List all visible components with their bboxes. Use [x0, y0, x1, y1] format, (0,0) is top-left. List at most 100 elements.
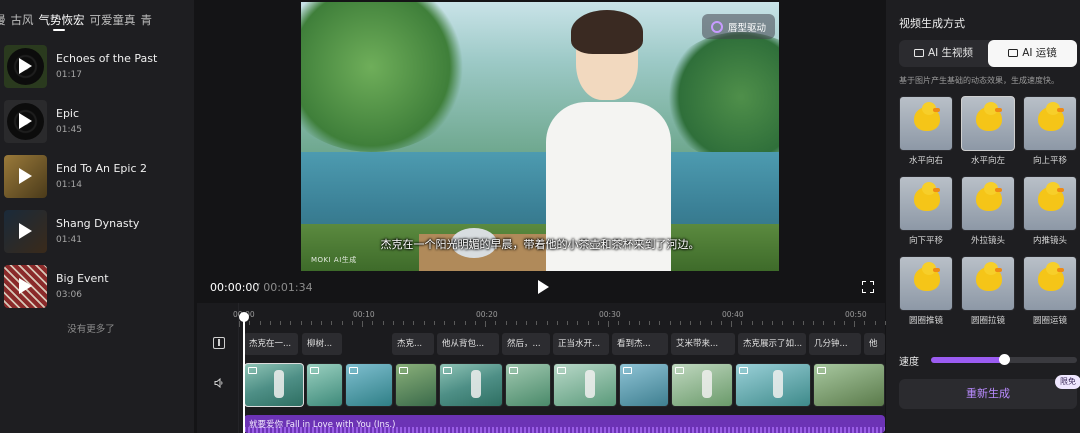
- video-clip[interactable]: [553, 363, 617, 407]
- track-item[interactable]: Shang Dynasty 01:41: [0, 208, 194, 258]
- effect-option[interactable]: 外拉镜头: [961, 176, 1015, 246]
- camera-icon: [817, 367, 826, 374]
- ruler-tick: [495, 321, 497, 325]
- lip-sync-button[interactable]: 唇型驱动: [702, 14, 776, 39]
- audio-track-clip[interactable]: 就要爱你 Fall in Love with You (Ins.): [244, 415, 885, 433]
- effect-option[interactable]: 圆圈拉镜: [961, 256, 1015, 326]
- track-controls: [197, 303, 239, 433]
- ruler-tick: [761, 321, 763, 325]
- video-clip[interactable]: [439, 363, 503, 407]
- effect-option[interactable]: 圆圈运镜: [1023, 256, 1077, 326]
- camera-icon: [443, 367, 452, 374]
- ruler-tick: [382, 321, 384, 325]
- fullscreen-icon[interactable]: [862, 281, 874, 293]
- effect-option[interactable]: 水平向左: [961, 96, 1015, 166]
- speed-slider-handle[interactable]: [999, 354, 1010, 365]
- caption-segment[interactable]: 柳树...: [302, 333, 342, 355]
- track-cover[interactable]: [4, 210, 47, 253]
- video-clip[interactable]: [735, 363, 811, 407]
- music-tab-2[interactable]: 气势恢宏: [39, 0, 94, 40]
- effect-label: 内推镜头: [1032, 236, 1067, 246]
- camera-icon: [623, 367, 632, 374]
- caption-segment[interactable]: 杰克展示了如...: [738, 333, 806, 355]
- caption-segment[interactable]: 正当水开...: [553, 333, 609, 355]
- video-clip[interactable]: [505, 363, 551, 407]
- caption-segment[interactable]: 杰克在一...: [244, 333, 298, 355]
- text-track-icon[interactable]: [213, 337, 225, 349]
- track-item[interactable]: Echoes of the Past 01:17: [0, 43, 194, 93]
- track-item[interactable]: End To An Epic 2 01:14: [0, 153, 194, 203]
- effect-option[interactable]: 圆圈推镜: [899, 256, 953, 326]
- caption-segment[interactable]: 几分钟...: [809, 333, 861, 355]
- video-clip[interactable]: [671, 363, 733, 407]
- video-clip[interactable]: [306, 363, 343, 407]
- camera-icon: [349, 367, 358, 374]
- caption-segment[interactable]: 他从背包...: [437, 333, 499, 355]
- ruler-tick: [864, 321, 866, 325]
- effect-option[interactable]: 向上平移: [1023, 96, 1077, 166]
- mode-switch: AI 生视频 AI 运镜: [899, 40, 1077, 67]
- play-icon[interactable]: [19, 223, 32, 239]
- video-clip[interactable]: [813, 363, 885, 407]
- video-clip[interactable]: [244, 363, 304, 407]
- ruler-tick: [628, 321, 630, 325]
- ruler-tick: [239, 321, 240, 327]
- total-time: / 00:01:34: [256, 281, 313, 294]
- ruler-tick: [536, 321, 538, 325]
- play-button[interactable]: [538, 280, 549, 294]
- ruler-tick: [587, 321, 589, 325]
- ruler-tick: [649, 321, 650, 325]
- mode-label: AI 生视频: [927, 47, 974, 59]
- video-clip[interactable]: [345, 363, 393, 407]
- ruler-tick: [351, 321, 353, 325]
- video-clip[interactable]: [395, 363, 437, 407]
- clip-figure: [471, 370, 481, 398]
- play-icon[interactable]: [19, 278, 32, 294]
- effect-option[interactable]: 向下平移: [899, 176, 953, 246]
- play-icon[interactable]: [19, 113, 32, 129]
- ruler-tick: [577, 321, 579, 325]
- caption-segment[interactable]: 然后，...: [502, 333, 550, 355]
- ruler-label: 00:40: [722, 310, 744, 319]
- regenerate-button[interactable]: 重新生成: [899, 379, 1077, 409]
- track-item[interactable]: Big Event 03:06: [0, 263, 194, 313]
- clip-figure: [702, 370, 712, 398]
- camera-icon: [399, 367, 408, 374]
- audio-track-label: 就要爱你 Fall in Love with You (Ins.): [249, 420, 396, 430]
- time-ruler[interactable]: 00:00 00:10 00:20 00:30 00:40 00:50: [233, 303, 886, 329]
- playhead[interactable]: [239, 312, 249, 433]
- ruler-tick: [720, 321, 722, 325]
- video-frame[interactable]: 唇型驱动 杰克在一个阳光明媚的早晨，带着他的小茶壶和茶杯来到了河边。 MOKI …: [301, 2, 779, 271]
- track-cover[interactable]: [4, 155, 47, 198]
- effect-option[interactable]: 水平向右: [899, 96, 953, 166]
- audio-track-icon[interactable]: [214, 378, 224, 388]
- music-tab-3[interactable]: 可爱童真: [90, 0, 145, 40]
- track-cover[interactable]: [4, 100, 47, 143]
- video-icon: [913, 49, 924, 57]
- video-clip[interactable]: [619, 363, 669, 407]
- ruler-tick: [679, 321, 681, 325]
- track-cover[interactable]: [4, 265, 47, 308]
- speed-slider[interactable]: [931, 354, 1077, 365]
- caption-segment[interactable]: 他: [864, 333, 885, 355]
- caption-segment[interactable]: 看到杰...: [612, 333, 668, 355]
- caption-segment[interactable]: 杰克...: [392, 333, 434, 355]
- play-icon[interactable]: [19, 58, 32, 74]
- music-tab-4[interactable]: 青: [141, 0, 162, 40]
- caption-segment[interactable]: 艾米带来...: [671, 333, 735, 355]
- ruler-tick: [290, 321, 292, 325]
- track-title: End To An Epic 2: [56, 162, 148, 175]
- ruler-tick: [454, 321, 456, 325]
- play-icon[interactable]: [19, 168, 32, 184]
- mode-ai-video[interactable]: AI 生视频: [899, 40, 988, 67]
- track-cover[interactable]: [4, 45, 47, 88]
- track-item[interactable]: Epic 01:45: [0, 98, 194, 148]
- effect-thumbnail: [1023, 96, 1077, 151]
- track-title: Shang Dynasty: [56, 217, 140, 230]
- ruler-tick: [423, 321, 425, 325]
- mode-ai-camera[interactable]: AI 运镜: [988, 40, 1077, 67]
- effect-option[interactable]: 内推镜头: [1023, 176, 1077, 246]
- ruler-tick: [802, 321, 804, 325]
- duck-beak: [933, 108, 940, 112]
- ruler-tick: [280, 321, 281, 325]
